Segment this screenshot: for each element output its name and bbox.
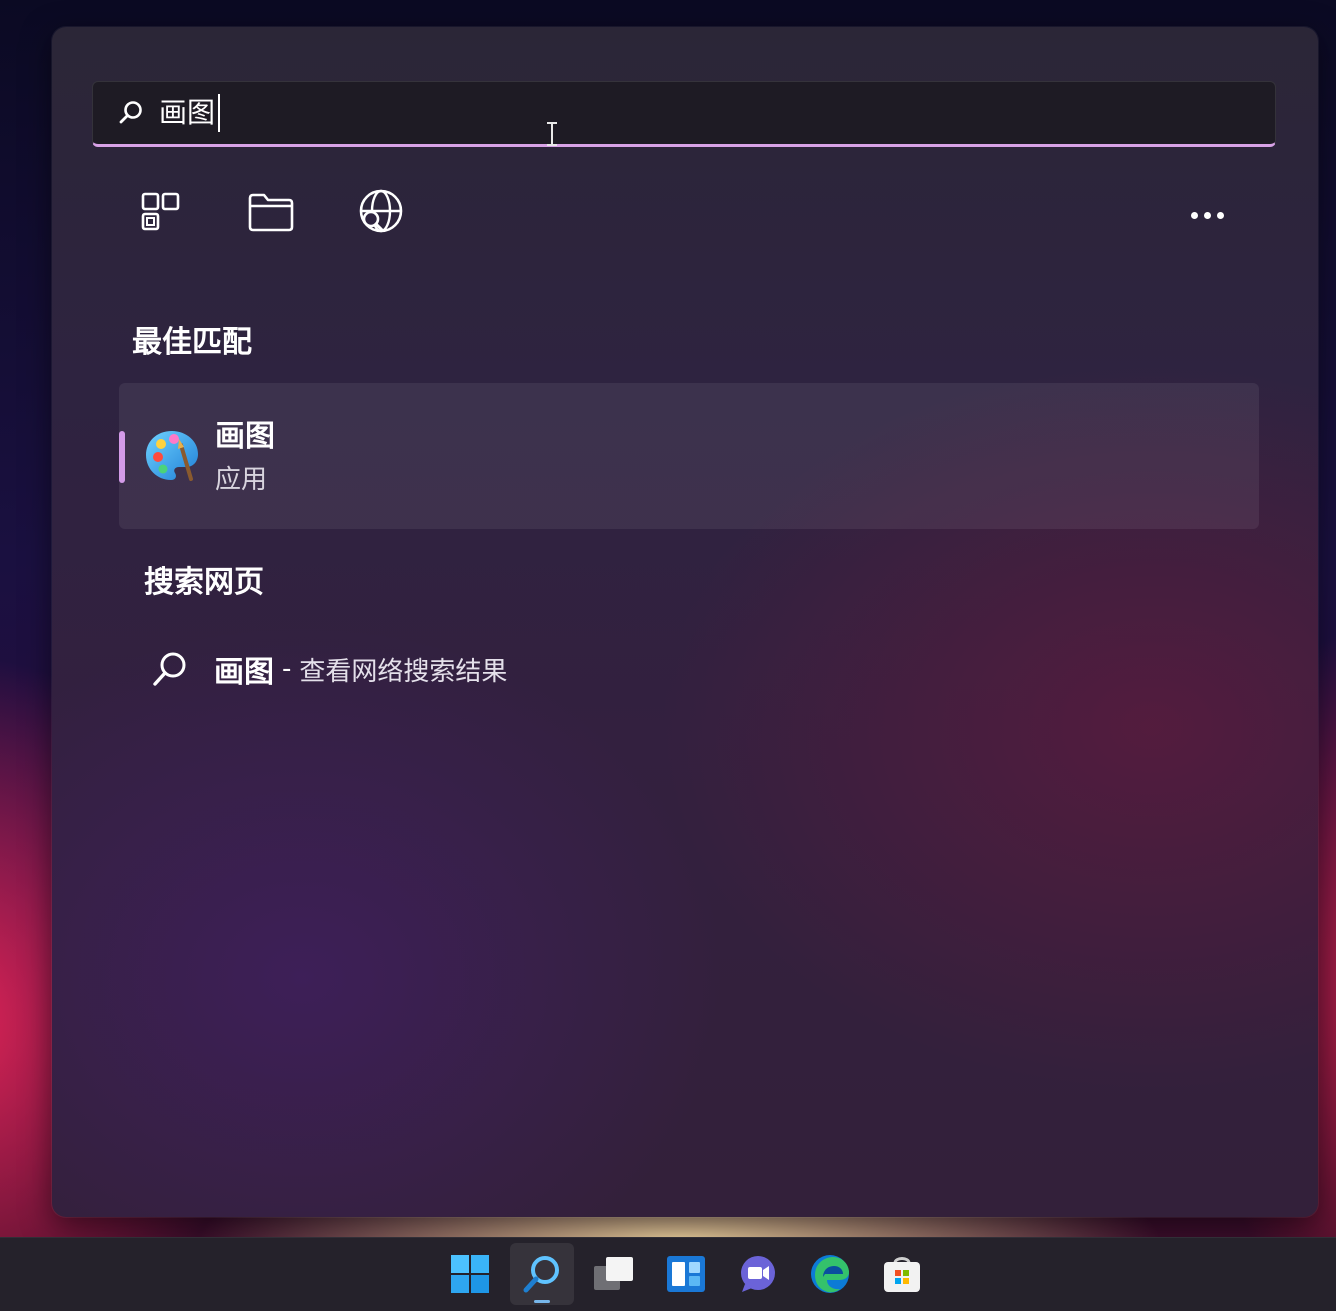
text-cursor-icon [547,122,557,146]
store-button[interactable] [870,1243,934,1305]
best-match-heading: 最佳匹配 [132,325,252,360]
web-search-hint: 查看网络搜索结果 [299,656,508,687]
more-ellipsis-icon [1190,211,1198,219]
search-panel: 画图 最佳匹配 画图 应用 搜索网页 画图 - 查看网络搜索结果 [52,27,1318,1217]
web-search-separator: - [282,654,292,684]
web-search-query: 画图 [214,655,274,690]
search-icon [523,1256,559,1293]
search-input[interactable]: 画图 [92,81,1276,147]
store-bag-icon [884,1257,920,1292]
globe-search-icon [359,189,403,233]
web-search-heading: 搜索网页 [144,565,264,600]
selection-indicator [119,431,125,483]
filter-apps-button[interactable] [136,187,186,237]
start-button[interactable] [438,1243,502,1305]
teams-chat-icon [741,1256,775,1292]
result-app-type: 应用 [215,465,268,495]
search-icon [153,652,186,686]
windows-logo-icon [451,1255,489,1293]
taskbar-search-button[interactable] [510,1243,574,1305]
more-options-button[interactable] [1180,201,1234,229]
task-view-button[interactable] [582,1243,646,1305]
folder-icon [248,193,294,232]
task-view-icon [594,1257,633,1290]
result-app-name: 画图 [215,419,275,454]
web-search-result[interactable]: 画图 - 查看网络搜索结果 [150,647,507,691]
paint-palette-icon [146,431,198,481]
search-query-text: 画图 [159,94,221,132]
chat-button[interactable] [726,1243,790,1305]
edge-browser-icon [811,1255,849,1293]
widgets-icon [667,1256,705,1292]
filter-documents-button[interactable] [246,187,296,237]
widgets-button[interactable] [654,1243,718,1305]
search-icon [119,101,142,124]
edge-button[interactable] [798,1243,862,1305]
apps-grid-icon [141,192,180,231]
filter-web-button[interactable] [356,187,406,237]
taskbar [0,1237,1336,1311]
best-match-result[interactable]: 画图 应用 [119,383,1259,529]
